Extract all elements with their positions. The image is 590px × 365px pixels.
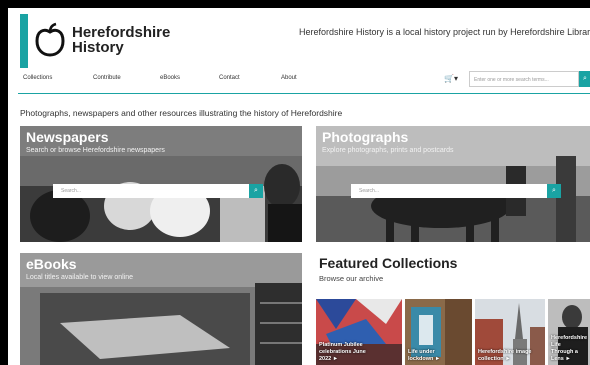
- nav-divider: [18, 93, 590, 94]
- search-icon: ⌕: [254, 187, 258, 194]
- nav-collections[interactable]: Collections: [23, 75, 52, 81]
- featured-card-label: Platinum Jubilee celebrations June 2022 …: [319, 342, 366, 362]
- site-name-line2: History: [72, 39, 124, 56]
- newspapers-search-input[interactable]: Search...: [53, 184, 249, 198]
- site-name-line1: Herefordshire: [72, 24, 171, 41]
- browser-viewport: Herefordshire History Herefordshire Hist…: [8, 8, 590, 365]
- photographs-tile[interactable]: Photographs Explore photographs, prints …: [316, 126, 590, 242]
- ebooks-title: eBooks: [26, 256, 77, 272]
- ebooks-subtitle: Local titles available to view online: [26, 274, 134, 281]
- featured-card-through-a-lens[interactable]: Herefordshire Life Through a Lens ►: [548, 299, 590, 365]
- newspapers-title: Newspapers: [26, 129, 109, 145]
- featured-card-jubilee[interactable]: Platinum Jubilee celebrations June 2022 …: [316, 299, 402, 365]
- cart-icon[interactable]: 🛒▾: [444, 74, 458, 83]
- nav-ebooks[interactable]: eBooks: [160, 75, 180, 81]
- nav-contribute[interactable]: Contribute: [93, 75, 121, 81]
- photographs-subtitle: Explore photographs, prints and postcard…: [322, 147, 454, 154]
- apple-logo-icon: [35, 22, 65, 57]
- featured-collections-subtitle: Browse our archive: [319, 274, 384, 283]
- photographs-search-button[interactable]: ⌕: [547, 184, 561, 198]
- search-icon: ⌕: [583, 75, 587, 82]
- site-search-input[interactable]: Enter one or more search terms...: [469, 71, 579, 87]
- site-search-button[interactable]: ⌕: [579, 71, 590, 87]
- newspapers-search-button[interactable]: ⌕: [249, 184, 263, 198]
- site-name: Herefordshire History: [72, 25, 170, 55]
- featured-card-lockdown[interactable]: Life under lockdown ►: [405, 299, 472, 365]
- site-logo[interactable]: Herefordshire History: [34, 22, 170, 58]
- brand-accent-strip: [20, 14, 28, 68]
- photographs-search-input[interactable]: Search...: [351, 184, 547, 198]
- newspapers-tile[interactable]: Newspapers Search or browse Herefordshir…: [20, 126, 302, 242]
- search-icon: ⌕: [552, 187, 556, 194]
- nav-contact[interactable]: Contact: [219, 75, 240, 81]
- featured-card-label: Life under lockdown ►: [408, 349, 441, 362]
- featured-collections-heading: Featured Collections: [319, 255, 458, 271]
- nav-about[interactable]: About: [281, 75, 297, 81]
- ebooks-tile[interactable]: eBooks Local titles available to view on…: [20, 253, 302, 365]
- site-tagline: Herefordshire History is a local history…: [299, 27, 590, 37]
- intro-text: Photographs, newspapers and other resour…: [20, 108, 343, 118]
- featured-card-label: Herefordshire image collection ►: [478, 349, 532, 362]
- newspapers-subtitle: Search or browse Herefordshire newspaper…: [26, 147, 165, 154]
- photographs-title: Photographs: [322, 129, 409, 145]
- featured-card-image-collection[interactable]: Herefordshire image collection ►: [475, 299, 545, 365]
- main-nav: Collections Contribute eBooks Contact Ab…: [8, 70, 590, 92]
- featured-card-label: Herefordshire Life Through a Lens ►: [551, 335, 588, 362]
